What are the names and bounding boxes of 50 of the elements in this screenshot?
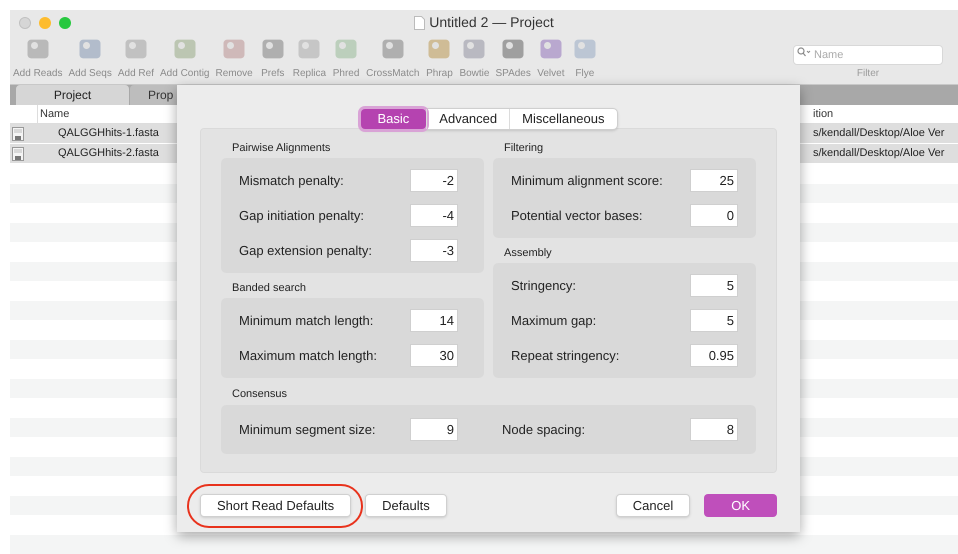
dialog-button[interactable]: Defaults bbox=[365, 494, 447, 518]
field-label: Minimum match length: bbox=[239, 312, 374, 330]
field-label: Potential vector bases: bbox=[511, 206, 644, 225]
number-field[interactable]: 9 bbox=[410, 418, 458, 441]
number-field[interactable]: 30 bbox=[410, 344, 458, 367]
search-icon bbox=[797, 47, 811, 57]
table-cell-text: QALGGHhits-1.fasta bbox=[58, 126, 159, 142]
column-header[interactable]: Name bbox=[38, 106, 70, 122]
number-field[interactable]: 0.95 bbox=[690, 344, 738, 367]
number-field[interactable]: 0 bbox=[690, 204, 738, 227]
field-label: Maximum match length: bbox=[239, 346, 378, 365]
field-label: Node spacing: bbox=[502, 420, 586, 439]
document-icon bbox=[414, 16, 426, 30]
group-title: Assembly bbox=[503, 246, 553, 261]
close-button[interactable] bbox=[19, 16, 31, 28]
number-field[interactable]: 5 bbox=[690, 274, 738, 297]
number-field[interactable]: -3 bbox=[410, 239, 458, 262]
window-title: Untitled 2 — Project bbox=[429, 13, 554, 32]
field-label: Mismatch penalty: bbox=[239, 172, 345, 190]
field-label: Gap extension penalty: bbox=[239, 242, 373, 260]
filter-field[interactable]: Name bbox=[793, 45, 943, 65]
table-cell-text: s/kendall/Desktop/Aloe Ver bbox=[813, 146, 946, 162]
field-label: Stringency: bbox=[511, 276, 578, 295]
zoom-button[interactable] bbox=[59, 16, 71, 28]
segment-tab[interactable]: Basic bbox=[360, 109, 426, 129]
dialog-button[interactable]: Short Read Defaults bbox=[200, 494, 352, 518]
field-label: Maximum gap: bbox=[511, 312, 598, 330]
minimize-button[interactable] bbox=[39, 16, 51, 28]
number-field[interactable]: 8 bbox=[690, 418, 738, 441]
group-title: Banded search bbox=[231, 280, 307, 296]
table-cell-text: QALGGHhits-2.fasta bbox=[58, 146, 159, 162]
number-field[interactable]: 5 bbox=[690, 309, 738, 332]
group-title: Pairwise Alignments bbox=[231, 140, 332, 156]
tab[interactable]: Project bbox=[16, 85, 129, 105]
dialog-button[interactable]: Cancel bbox=[616, 494, 690, 518]
group-title: Consensus bbox=[231, 386, 288, 402]
field-label: Minimum alignment score: bbox=[511, 172, 664, 190]
field-label: Minimum segment size: bbox=[239, 420, 377, 439]
field-label: Gap initiation penalty: bbox=[239, 206, 366, 225]
ok-button[interactable]: OK bbox=[704, 494, 777, 518]
field-label: Repeat stringency: bbox=[511, 346, 620, 365]
number-field[interactable]: 25 bbox=[690, 169, 738, 192]
column-header[interactable]: ition bbox=[813, 106, 958, 122]
number-field[interactable]: -2 bbox=[410, 169, 458, 192]
segment-tab[interactable]: Advanced bbox=[426, 109, 510, 129]
table-cell-text: s/kendall/Desktop/Aloe Ver bbox=[813, 126, 946, 142]
filter-label: Filter bbox=[856, 67, 880, 81]
group-title: Filtering bbox=[503, 140, 544, 156]
number-field[interactable]: -4 bbox=[410, 204, 458, 227]
number-field[interactable]: 14 bbox=[410, 309, 458, 332]
